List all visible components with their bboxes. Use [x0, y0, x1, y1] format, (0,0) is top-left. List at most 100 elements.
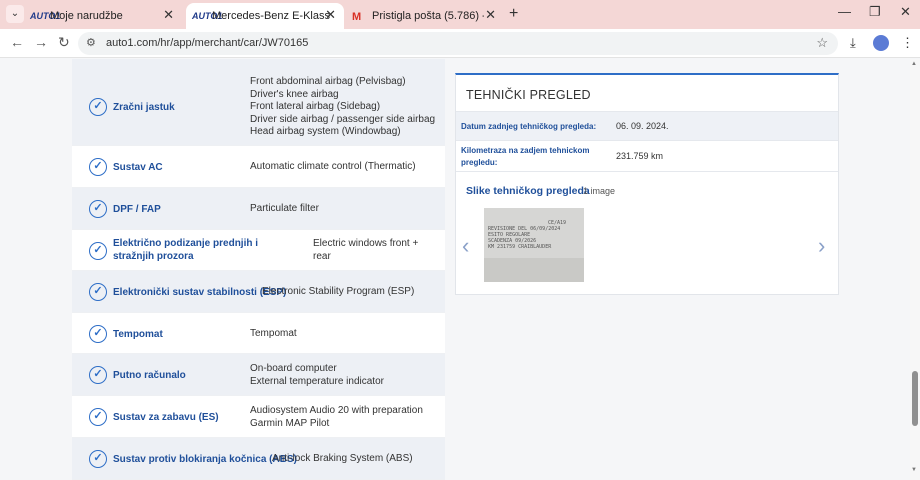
feature-name: Tempomat: [113, 329, 163, 340]
list-item: ✓ Sustav za zabavu (ES) Audiosystem Audi…: [72, 396, 445, 438]
address-bar[interactable]: ⚙ auto1.com/hr/app/merchant/car/JW70165 …: [78, 32, 838, 55]
feature-value: Anti-lock Braking System (ABS): [272, 453, 413, 464]
inspection-card: TEHNIČKI PREGLED Datum zadnjeg tehničkog…: [455, 73, 839, 295]
feature-value: Electronic Stability Program (ESP): [262, 286, 415, 297]
feature-value: Tempomat: [250, 328, 297, 339]
url-text[interactable]: auto1.com/hr/app/merchant/car/JW70165: [106, 37, 308, 49]
check-icon: ✓: [89, 283, 107, 301]
check-icon: ✓: [89, 366, 107, 384]
tab-moje-narudzbe[interactable]: AUTO1 Moje narudžbe ✕: [30, 3, 182, 29]
download-icon[interactable]: ⤓: [850, 35, 856, 51]
tab-mercedes[interactable]: AUTO1 Mercedes-Benz E-Klasse E 200 ✕: [186, 3, 344, 29]
info-value: 06. 09. 2024.: [616, 121, 669, 131]
feature-value: Garmin MAP Pilot: [250, 417, 330, 429]
new-tab-button[interactable]: +: [509, 5, 518, 23]
chevron-right-icon[interactable]: ›: [818, 233, 825, 259]
forward-icon[interactable]: →: [34, 34, 48, 50]
check-icon: ✓: [89, 325, 107, 343]
feature-values: Audiosystem Audio 20 with preparation Ga…: [250, 405, 423, 430]
photo-text-line: KM 231759 CRAIBLAUDER: [488, 244, 552, 250]
list-item: ✓ Putno računalo On-board computer Exter…: [72, 354, 445, 396]
check-icon: ✓: [89, 242, 107, 260]
window-close-icon[interactable]: ✕: [900, 4, 911, 20]
photo-shadow: [484, 258, 584, 282]
tab-title: Mercedes-Benz E-Klasse E 200: [212, 10, 330, 22]
check-icon: ✓: [89, 98, 107, 116]
list-item: ✓ Elektronički sustav stabilnosti (ESP) …: [72, 271, 445, 313]
list-item: ✓ Sustav protiv blokiranja kočnica (ABS)…: [72, 438, 445, 480]
info-value: 231.759 km: [616, 151, 664, 161]
scroll-up-icon[interactable]: ▲: [911, 61, 917, 67]
tab-title: Pristigla pošta (5.786) - ep.cent: [372, 10, 484, 22]
feature-values: Automatic climate control (Thermatic): [250, 161, 416, 174]
card-title: TEHNIČKI PREGLED: [466, 88, 591, 102]
photo-text: CE/A19 REVISIONE DEL 06/09/2024 ESITO RE…: [488, 220, 566, 250]
close-tab-icon[interactable]: ✕: [325, 7, 336, 23]
check-icon: ✓: [89, 200, 107, 218]
feature-value: Audiosystem Audio 20 with preparation: [250, 405, 423, 416]
feature-name: DPF / FAP: [113, 204, 161, 215]
equipment-list: ✓ Zračni jastuk Front abdominal airbag (…: [72, 59, 445, 480]
info-row: Datum zadnjeg tehničkog pregleda: 06. 09…: [456, 111, 838, 140]
feature-values: On-board computer External temperature i…: [250, 363, 384, 388]
feature-name: Sustav za zabavu (ES): [113, 412, 219, 423]
feature-values: Front abdominal airbag (Pelvisbag) Drive…: [250, 76, 435, 139]
browser-toolbar: ← → ↻ ⚙ auto1.com/hr/app/merchant/car/JW…: [0, 29, 920, 58]
list-item: ✓ Tempomat Tempomat: [72, 313, 445, 354]
inspection-photo-thumbnail[interactable]: CE/A19 REVISIONE DEL 06/09/2024 ESITO RE…: [484, 208, 584, 282]
check-icon: ✓: [89, 158, 107, 176]
profile-avatar[interactable]: [873, 35, 889, 51]
feature-value: Front abdominal airbag (Pelvisbag): [250, 76, 406, 87]
feature-name: Elektronički sustav stabilnosti (ESP): [113, 287, 287, 298]
feature-values: Tempomat: [250, 328, 297, 341]
feature-name: Sustav protiv blokiranja kočnica (ABS): [113, 454, 297, 465]
feature-value: Particulate filter: [250, 203, 319, 214]
tab-search-button[interactable]: ⌄: [6, 5, 24, 23]
scrollbar-thumb[interactable]: [912, 371, 918, 426]
feature-value: Front lateral airbag (Sidebag): [250, 101, 381, 112]
reload-icon[interactable]: ↻: [58, 34, 70, 51]
feature-name: Električno podizanje prednjih i stražnji…: [113, 238, 259, 262]
auto1-favicon-icon: AUTO1: [192, 11, 223, 21]
auto1-favicon-icon: AUTO1: [30, 11, 61, 21]
site-info-icon[interactable]: ⚙: [86, 36, 96, 49]
tab-title: Moje narudžbe: [50, 10, 123, 22]
check-icon: ✓: [89, 408, 107, 426]
feature-value: On-board computer: [250, 363, 337, 374]
back-icon[interactable]: ←: [10, 34, 24, 50]
feature-name: Putno računalo: [113, 370, 186, 381]
check-icon: ✓: [89, 450, 107, 468]
feature-values: Electric windows front + rear: [313, 238, 418, 263]
info-row: Kilometraza na zadjem tehnickom pregledu…: [456, 140, 838, 172]
kebab-menu-icon[interactable]: ⋮: [901, 35, 914, 51]
chevron-left-icon[interactable]: ‹: [462, 233, 469, 259]
list-item: ✓ Električno podizanje prednjih i stražn…: [72, 230, 445, 271]
feature-value: Driver side airbag / passenger side airb…: [250, 113, 436, 125]
photos-heading: Slike tehničkog pregleda: [466, 185, 590, 197]
scroll-down-icon[interactable]: ▼: [911, 467, 917, 473]
page-content: ✓ Zračni jastuk Front abdominal airbag (…: [0, 59, 910, 480]
list-item: ✓ Sustav AC Automatic climate control (T…: [72, 146, 445, 188]
list-item: ✓ Zračni jastuk Front abdominal airbag (…: [72, 59, 445, 146]
minimize-icon[interactable]: —: [838, 4, 851, 19]
feature-value: External temperature indicator: [250, 375, 384, 387]
info-label: Kilometraza na zadjem tehnickom pregledu…: [461, 146, 590, 167]
feature-values: Anti-lock Braking System (ABS): [272, 453, 413, 466]
feature-values: Electronic Stability Program (ESP): [262, 286, 414, 299]
page-scrollbar[interactable]: ▲ ▼: [910, 59, 920, 480]
bookmark-star-icon[interactable]: ☆: [816, 35, 828, 51]
tab-strip: ⌄ AUTO1 Moje narudžbe ✕ AUTO1 Mercedes-B…: [0, 0, 920, 29]
tab-pristigla-posta[interactable]: M Pristigla pošta (5.786) - ep.cent ✕: [352, 3, 504, 29]
gmail-favicon-icon: M: [352, 11, 362, 23]
feature-value: Automatic climate control (Thermatic): [250, 161, 416, 172]
feature-value: Electric windows front +: [313, 238, 419, 249]
close-tab-icon[interactable]: ✕: [163, 7, 174, 23]
feature-values: Particulate filter: [250, 203, 319, 216]
restore-icon[interactable]: ❐: [869, 4, 881, 20]
feature-name: Zračni jastuk: [113, 102, 175, 113]
feature-name: Sustav AC: [113, 162, 163, 173]
feature-value: Driver's knee airbag: [250, 88, 339, 100]
feature-value: rear: [313, 250, 331, 262]
list-item: ✓ DPF / FAP Particulate filter: [72, 188, 445, 230]
close-tab-icon[interactable]: ✕: [485, 7, 496, 23]
